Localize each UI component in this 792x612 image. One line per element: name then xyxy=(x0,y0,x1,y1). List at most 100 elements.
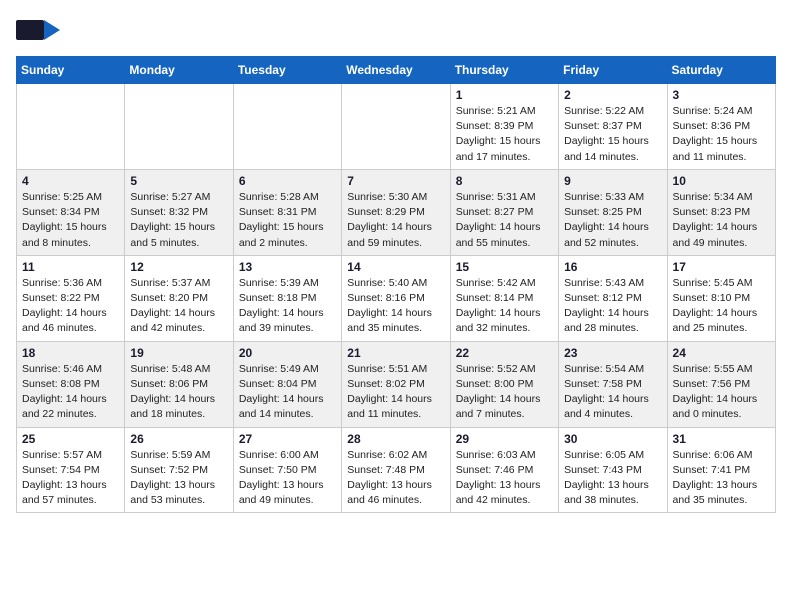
day-number: 27 xyxy=(239,432,336,446)
day-info: Sunrise: 5:40 AM Sunset: 8:16 PM Dayligh… xyxy=(347,276,444,337)
day-info: Sunrise: 5:46 AM Sunset: 8:08 PM Dayligh… xyxy=(22,362,119,423)
day-info: Sunrise: 5:48 AM Sunset: 8:06 PM Dayligh… xyxy=(130,362,227,423)
day-number: 31 xyxy=(673,432,770,446)
logo-icon xyxy=(16,16,60,48)
day-number: 5 xyxy=(130,174,227,188)
day-number: 15 xyxy=(456,260,553,274)
day-number: 4 xyxy=(22,174,119,188)
day-info: Sunrise: 5:37 AM Sunset: 8:20 PM Dayligh… xyxy=(130,276,227,337)
calendar-cell: 28 Sunrise: 6:02 AM Sunset: 7:48 PM Dayli… xyxy=(342,427,450,513)
day-number: 26 xyxy=(130,432,227,446)
day-info: Sunrise: 5:24 AM Sunset: 8:36 PM Dayligh… xyxy=(673,104,770,165)
calendar-cell: 5Sunrise: 5:27 AM Sunset: 8:32 PM Daylig… xyxy=(125,169,233,255)
calendar-cell: 13 Sunrise: 5:39 AM Sunset: 8:18 PM Dayli… xyxy=(233,255,341,341)
calendar-cell: 23Sunrise: 5:54 AM Sunset: 7:58 PM Dayli… xyxy=(559,341,667,427)
calendar-cell: 18 Sunrise: 5:46 AM Sunset: 8:08 PM Dayli… xyxy=(17,341,125,427)
calendar-cell: 25 Sunrise: 5:57 AM Sunset: 7:54 PM Dayli… xyxy=(17,427,125,513)
day-number: 30 xyxy=(564,432,661,446)
calendar-header-row: SundayMondayTuesdayWednesdayThursdayFrid… xyxy=(17,57,776,84)
day-info: Sunrise: 5:36 AM Sunset: 8:22 PM Dayligh… xyxy=(22,276,119,337)
day-number: 2 xyxy=(564,88,661,102)
day-number: 6 xyxy=(239,174,336,188)
calendar-cell: 31Sunrise: 6:06 AM Sunset: 7:41 PM Dayli… xyxy=(667,427,775,513)
day-info: Sunrise: 5:55 AM Sunset: 7:56 PM Dayligh… xyxy=(673,362,770,423)
day-number: 19 xyxy=(130,346,227,360)
day-info: Sunrise: 6:05 AM Sunset: 7:43 PM Dayligh… xyxy=(564,448,661,509)
day-info: Sunrise: 5:28 AM Sunset: 8:31 PM Dayligh… xyxy=(239,190,336,251)
calendar-cell: 21 Sunrise: 5:51 AM Sunset: 8:02 PM Dayli… xyxy=(342,341,450,427)
day-info: Sunrise: 5:51 AM Sunset: 8:02 PM Dayligh… xyxy=(347,362,444,423)
day-number: 3 xyxy=(673,88,770,102)
calendar-week-row: 25 Sunrise: 5:57 AM Sunset: 7:54 PM Dayli… xyxy=(17,427,776,513)
calendar-header-sunday: Sunday xyxy=(17,57,125,84)
day-info: Sunrise: 5:59 AM Sunset: 7:52 PM Dayligh… xyxy=(130,448,227,509)
calendar-cell: 7 Sunrise: 5:30 AM Sunset: 8:29 PM Daylig… xyxy=(342,169,450,255)
calendar-cell xyxy=(125,84,233,170)
day-number: 14 xyxy=(347,260,444,274)
day-info: Sunrise: 5:45 AM Sunset: 8:10 PM Dayligh… xyxy=(673,276,770,337)
calendar-cell: 1 Sunrise: 5:21 AM Sunset: 8:39 PM Daylig… xyxy=(450,84,558,170)
day-number: 7 xyxy=(347,174,444,188)
day-info: Sunrise: 5:21 AM Sunset: 8:39 PM Dayligh… xyxy=(456,104,553,165)
day-info: Sunrise: 6:02 AM Sunset: 7:48 PM Dayligh… xyxy=(347,448,444,509)
day-number: 16 xyxy=(564,260,661,274)
calendar-cell: 8 Sunrise: 5:31 AM Sunset: 8:27 PM Daylig… xyxy=(450,169,558,255)
day-info: Sunrise: 5:22 AM Sunset: 8:37 PM Dayligh… xyxy=(564,104,661,165)
calendar-header-friday: Friday xyxy=(559,57,667,84)
calendar-cell: 15Sunrise: 5:42 AM Sunset: 8:14 PM Dayli… xyxy=(450,255,558,341)
calendar-cell: 12Sunrise: 5:37 AM Sunset: 8:20 PM Dayli… xyxy=(125,255,233,341)
day-number: 28 xyxy=(347,432,444,446)
day-number: 24 xyxy=(673,346,770,360)
day-number: 8 xyxy=(456,174,553,188)
day-info: Sunrise: 5:39 AM Sunset: 8:18 PM Dayligh… xyxy=(239,276,336,337)
calendar-cell: 9Sunrise: 5:33 AM Sunset: 8:25 PM Daylig… xyxy=(559,169,667,255)
day-number: 25 xyxy=(22,432,119,446)
day-number: 10 xyxy=(673,174,770,188)
calendar-cell: 30 Sunrise: 6:05 AM Sunset: 7:43 PM Dayli… xyxy=(559,427,667,513)
calendar-cell xyxy=(233,84,341,170)
day-number: 18 xyxy=(22,346,119,360)
calendar-week-row: 1 Sunrise: 5:21 AM Sunset: 8:39 PM Daylig… xyxy=(17,84,776,170)
calendar-header-tuesday: Tuesday xyxy=(233,57,341,84)
day-info: Sunrise: 5:31 AM Sunset: 8:27 PM Dayligh… xyxy=(456,190,553,251)
calendar-cell: 14 Sunrise: 5:40 AM Sunset: 8:16 PM Dayli… xyxy=(342,255,450,341)
calendar-cell: 17 Sunrise: 5:45 AM Sunset: 8:10 PM Dayli… xyxy=(667,255,775,341)
day-number: 17 xyxy=(673,260,770,274)
calendar-week-row: 18 Sunrise: 5:46 AM Sunset: 8:08 PM Dayli… xyxy=(17,341,776,427)
day-number: 13 xyxy=(239,260,336,274)
day-number: 1 xyxy=(456,88,553,102)
calendar-cell: 10 Sunrise: 5:34 AM Sunset: 8:23 PM Dayli… xyxy=(667,169,775,255)
calendar-cell: 4 Sunrise: 5:25 AM Sunset: 8:34 PM Daylig… xyxy=(17,169,125,255)
calendar-cell: 19 Sunrise: 5:48 AM Sunset: 8:06 PM Dayli… xyxy=(125,341,233,427)
page-header xyxy=(16,16,776,48)
day-info: Sunrise: 5:25 AM Sunset: 8:34 PM Dayligh… xyxy=(22,190,119,251)
day-number: 21 xyxy=(347,346,444,360)
calendar-cell: 29 Sunrise: 6:03 AM Sunset: 7:46 PM Dayli… xyxy=(450,427,558,513)
day-info: Sunrise: 5:34 AM Sunset: 8:23 PM Dayligh… xyxy=(673,190,770,251)
calendar-cell: 22 Sunrise: 5:52 AM Sunset: 8:00 PM Dayli… xyxy=(450,341,558,427)
calendar-cell: 20 Sunrise: 5:49 AM Sunset: 8:04 PM Dayli… xyxy=(233,341,341,427)
day-info: Sunrise: 5:57 AM Sunset: 7:54 PM Dayligh… xyxy=(22,448,119,509)
calendar-header-thursday: Thursday xyxy=(450,57,558,84)
calendar-cell: 11Sunrise: 5:36 AM Sunset: 8:22 PM Dayli… xyxy=(17,255,125,341)
calendar-cell xyxy=(342,84,450,170)
calendar-week-row: 4 Sunrise: 5:25 AM Sunset: 8:34 PM Daylig… xyxy=(17,169,776,255)
day-number: 22 xyxy=(456,346,553,360)
day-info: Sunrise: 6:03 AM Sunset: 7:46 PM Dayligh… xyxy=(456,448,553,509)
day-info: Sunrise: 5:30 AM Sunset: 8:29 PM Dayligh… xyxy=(347,190,444,251)
calendar-cell: 2 Sunrise: 5:22 AM Sunset: 8:37 PM Daylig… xyxy=(559,84,667,170)
day-info: Sunrise: 5:52 AM Sunset: 8:00 PM Dayligh… xyxy=(456,362,553,423)
day-info: Sunrise: 5:33 AM Sunset: 8:25 PM Dayligh… xyxy=(564,190,661,251)
calendar-header-wednesday: Wednesday xyxy=(342,57,450,84)
day-number: 29 xyxy=(456,432,553,446)
calendar-cell: 27Sunrise: 6:00 AM Sunset: 7:50 PM Dayli… xyxy=(233,427,341,513)
calendar-header-monday: Monday xyxy=(125,57,233,84)
day-number: 20 xyxy=(239,346,336,360)
calendar-cell: 3 Sunrise: 5:24 AM Sunset: 8:36 PM Daylig… xyxy=(667,84,775,170)
calendar-cell: 24 Sunrise: 5:55 AM Sunset: 7:56 PM Dayli… xyxy=(667,341,775,427)
calendar-header-saturday: Saturday xyxy=(667,57,775,84)
calendar-table: SundayMondayTuesdayWednesdayThursdayFrid… xyxy=(16,56,776,513)
day-info: Sunrise: 5:49 AM Sunset: 8:04 PM Dayligh… xyxy=(239,362,336,423)
calendar-cell: 16Sunrise: 5:43 AM Sunset: 8:12 PM Dayli… xyxy=(559,255,667,341)
day-number: 23 xyxy=(564,346,661,360)
